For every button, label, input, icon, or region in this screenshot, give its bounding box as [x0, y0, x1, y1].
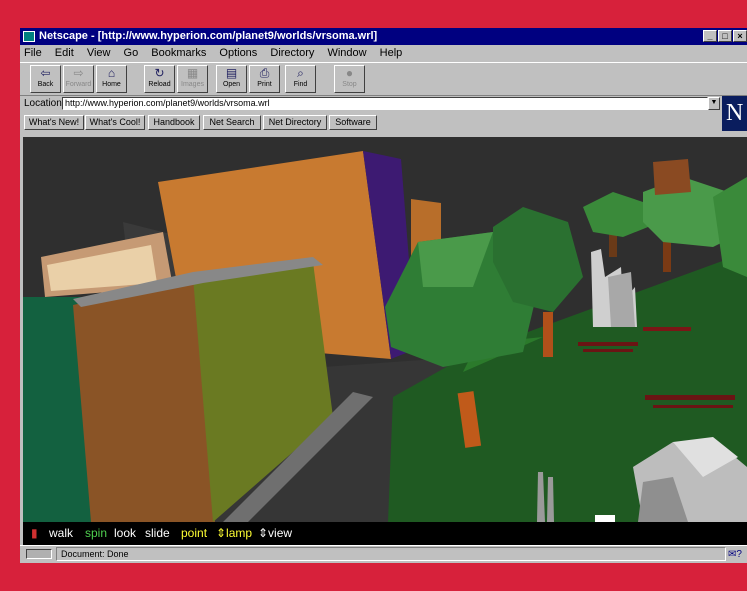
- vrml-control-bar: ▮ walk spin look slide point ⇕lamp ⇕view: [23, 522, 747, 545]
- spin-mode[interactable]: spin: [85, 522, 107, 545]
- status-bar: Document: Done ✉?: [20, 545, 747, 563]
- location-dropdown-button[interactable]: ▼: [708, 97, 720, 110]
- boulder-highlight: [595, 515, 615, 522]
- menu-help[interactable]: Help: [380, 47, 403, 59]
- minimize-button[interactable]: _: [703, 30, 717, 42]
- ruin-shadow: [608, 272, 635, 327]
- picnic-table-1: [578, 342, 638, 346]
- software-button[interactable]: Software: [329, 115, 377, 130]
- find-icon: ⌕: [297, 66, 304, 80]
- point-mode[interactable]: point: [181, 522, 207, 545]
- back-button[interactable]: ⇦ Back: [30, 65, 61, 93]
- vrml-scene: [23, 137, 747, 522]
- images-label: Images: [181, 81, 204, 88]
- location-label: Location:: [24, 98, 65, 109]
- reload-icon: ↻: [154, 66, 165, 80]
- status-text: Document: Done: [56, 547, 726, 561]
- menu-options[interactable]: Options: [219, 47, 257, 59]
- security-key-icon[interactable]: [26, 549, 52, 559]
- maximize-button[interactable]: □: [718, 30, 732, 42]
- forward-arrow-icon: ⇨: [73, 66, 84, 80]
- open-button[interactable]: ▤ Open: [216, 65, 247, 93]
- menu-bar: File Edit View Go Bookmarks Options Dire…: [20, 45, 747, 61]
- stop-button[interactable]: ● Stop: [334, 65, 365, 93]
- forward-button[interactable]: ⇨ Forward: [63, 65, 94, 93]
- picnic-bench-1: [583, 349, 633, 352]
- menu-file[interactable]: File: [24, 47, 42, 59]
- menu-view[interactable]: View: [87, 47, 111, 59]
- menu-window[interactable]: Window: [327, 47, 366, 59]
- images-button[interactable]: ▦ Images: [177, 65, 208, 93]
- print-label: Print: [257, 81, 272, 88]
- distant-building: [653, 159, 691, 195]
- netscape-app-icon[interactable]: [23, 31, 35, 42]
- back-label: Back: [37, 81, 54, 88]
- title-bar[interactable]: Netscape - [http://www.hyperion.com/plan…: [20, 28, 747, 45]
- window-title: Netscape - [http://www.hyperion.com/plan…: [39, 30, 378, 42]
- menu-edit[interactable]: Edit: [55, 47, 74, 59]
- mail-icon[interactable]: ✉?: [728, 547, 742, 563]
- netscape-logo[interactable]: N: [722, 96, 747, 131]
- tree-trunk-2: [543, 312, 553, 357]
- fence-post-2: [547, 477, 554, 522]
- browser-window: Netscape - [http://www.hyperion.com/plan…: [20, 28, 747, 563]
- menu-go[interactable]: Go: [124, 47, 139, 59]
- images-icon: ▦: [186, 66, 199, 80]
- menu-bookmarks[interactable]: Bookmarks: [151, 47, 206, 59]
- lamp-toggle[interactable]: ⇕lamp: [216, 522, 252, 545]
- net-directory-button[interactable]: Net Directory: [263, 115, 327, 130]
- print-icon: ⎙: [259, 66, 270, 80]
- home-icon: ⌂: [107, 66, 116, 80]
- chevron-down-icon: ▼: [710, 99, 718, 106]
- picnic-bench-3: [653, 405, 733, 408]
- find-button[interactable]: ⌕ Find: [285, 65, 316, 93]
- whats-new-button[interactable]: What's New!: [24, 115, 84, 130]
- vrml-viewport[interactable]: [23, 137, 747, 522]
- stop-icon: ●: [345, 66, 354, 80]
- location-input[interactable]: http://www.hyperion.com/planet9/worlds/v…: [62, 97, 708, 110]
- wall-brown: [73, 277, 215, 522]
- toolbar: ⇦ Back ⇨ Forward ⌂ Home ↻ Reload ▦ Images ▤ Op…: [20, 62, 747, 96]
- forward-label: Forward: [65, 81, 92, 88]
- stop-label: Stop: [342, 81, 357, 88]
- view-toggle[interactable]: ⇕view: [258, 522, 292, 545]
- print-button[interactable]: ⎙ Print: [249, 65, 280, 93]
- slide-mode[interactable]: slide: [145, 522, 170, 545]
- handbook-button[interactable]: Handbook: [148, 115, 200, 130]
- net-search-button[interactable]: Net Search: [203, 115, 261, 130]
- reload-button[interactable]: ↻ Reload: [144, 65, 175, 93]
- location-row: Location: http://www.hyperion.com/planet…: [20, 96, 747, 112]
- close-button[interactable]: ×: [733, 30, 747, 42]
- open-label: Open: [222, 81, 241, 88]
- directory-buttons: What's New! What's Cool! Handbook Net Se…: [20, 114, 720, 132]
- vr-indicator-icon: ▮: [31, 526, 38, 540]
- reload-label: Reload: [148, 81, 171, 88]
- walk-mode[interactable]: walk: [49, 522, 73, 545]
- home-label: Home: [102, 81, 121, 88]
- back-arrow-icon: ⇦: [40, 66, 51, 80]
- open-icon: ▤: [225, 66, 238, 80]
- picnic-table-3: [645, 395, 735, 400]
- home-button[interactable]: ⌂ Home: [96, 65, 127, 93]
- whats-cool-button[interactable]: What's Cool!: [85, 115, 145, 130]
- menu-directory[interactable]: Directory: [270, 47, 314, 59]
- picnic-table-2: [643, 327, 691, 331]
- find-label: Find: [293, 81, 308, 88]
- look-mode[interactable]: look: [114, 522, 136, 545]
